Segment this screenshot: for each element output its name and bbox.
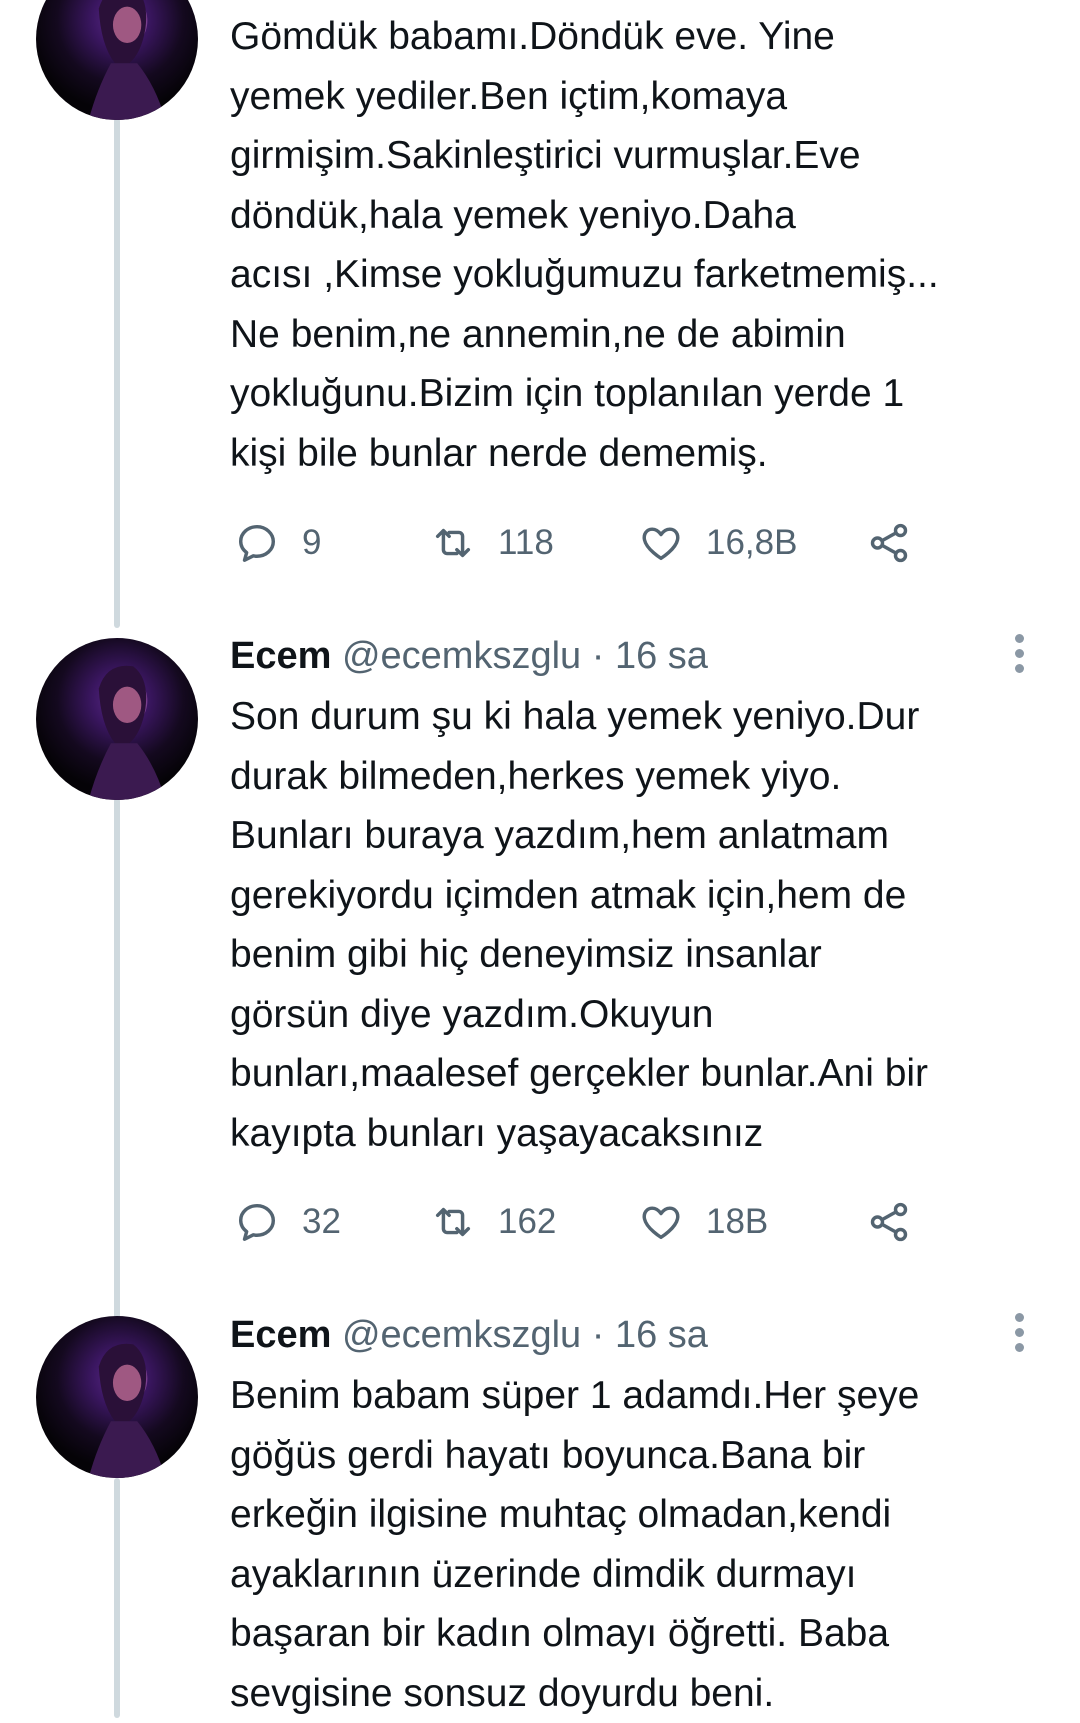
avatar-portrait-image [36, 1316, 198, 1478]
tweet-thread: Gömdük babamı.Döndük eve. Yine yemek yed… [0, 0, 1080, 1717]
thread-connector [114, 1478, 120, 1718]
tweet-text-line: Benim babam süper 1 adamdı.Her şeye [230, 1366, 1050, 1426]
user-handle[interactable]: @ecemkszglu [342, 635, 581, 677]
share-button[interactable] [866, 1196, 912, 1248]
tweet-text-line: kayıpta bunları yaşayacaksınız [230, 1104, 1050, 1164]
tweet-text-line: acısı ,Kimse yokluğumuzu farketmemiş... [230, 245, 1050, 305]
retweet-icon [430, 520, 476, 566]
tweet-text-line: bunları,maalesef gerçekler bunlar.Ani bi… [230, 1044, 1050, 1104]
tweet-text-line: girmişim.Sakinleştirici vurmuşlar.Eve [230, 126, 1050, 186]
tweet-text: Benim babam süper 1 adamdı.Her şeye göğü… [230, 1366, 1050, 1723]
tweet-text-line: sevgisine sonsuz doyurdu beni. [230, 1664, 1050, 1723]
avatar[interactable] [36, 0, 198, 120]
tweet-header: Ecem @ecemkszglu · 16 sa [230, 1311, 708, 1359]
share-icon [866, 1199, 912, 1245]
display-name[interactable]: Ecem [230, 1314, 331, 1356]
like-icon [638, 1199, 684, 1245]
tweet-header: Ecem @ecemkszglu · 16 sa [230, 632, 708, 680]
avatar-portrait-image [36, 0, 198, 120]
tweet-text-line: erkeğin ilgisine muhtaç olmadan,kendi [230, 1485, 1050, 1545]
share-button[interactable] [866, 517, 912, 569]
tweet-text-line: benim gibi hiç deneyimsiz insanlar [230, 925, 1050, 985]
thread-connector [114, 118, 120, 628]
user-handle[interactable]: @ecemkszglu [342, 1314, 581, 1356]
reply-icon [234, 1199, 280, 1245]
reply-count: 9 [302, 523, 321, 563]
tweet-text-line: başaran bir kadın olmayı öğretti. Baba [230, 1604, 1050, 1664]
tweet-text-line: döndük,hala yemek yeniyo.Daha [230, 186, 1050, 246]
display-name[interactable]: Ecem [230, 635, 331, 677]
tweet-text: Gömdük babamı.Döndük eve. Yine yemek yed… [230, 7, 1050, 483]
header-separator: · [592, 635, 605, 677]
avatar[interactable] [36, 638, 198, 800]
more-icon[interactable] [1010, 1313, 1028, 1357]
tweet-timestamp[interactable]: 16 sa [615, 1314, 708, 1356]
tweet-timestamp[interactable]: 16 sa [615, 635, 708, 677]
tweet-text-line: Gömdük babamı.Döndük eve. Yine [230, 7, 1050, 67]
tweet-text-line: göğüs gerdi hayatı boyunca.Bana bir [230, 1426, 1050, 1486]
tweet-text-line: Son durum şu ki hala yemek yeniyo.Dur [230, 687, 1050, 747]
tweet-actions: 9 118 16,8B [230, 517, 930, 569]
tweet-text-line: gerekiyordu içimden atmak için,hem de [230, 866, 1050, 926]
avatar[interactable] [36, 1316, 198, 1478]
thread-connector [114, 798, 120, 1322]
share-icon [866, 520, 912, 566]
avatar-portrait-image [36, 638, 198, 800]
tweet-text-line: yokluğunu.Bizim için toplanılan yerde 1 [230, 364, 1050, 424]
retweet-count: 162 [498, 1202, 556, 1242]
like-icon [638, 520, 684, 566]
tweet-text-line: ayaklarının üzerinde dimdik durmayı [230, 1545, 1050, 1605]
like-count: 16,8B [706, 523, 797, 563]
header-separator: · [592, 1314, 605, 1356]
tweet-actions: 32 162 18B [230, 1196, 930, 1248]
tweet-text-line: görsün diye yazdım.Okuyun [230, 985, 1050, 1045]
retweet-count: 118 [498, 523, 554, 563]
like-count: 18B [706, 1202, 768, 1242]
like-button[interactable]: 18B [638, 1196, 768, 1248]
tweet-text-line: yemek yediler.Ben içtim,komaya [230, 67, 1050, 127]
retweet-button[interactable]: 118 [430, 517, 554, 569]
reply-button[interactable]: 9 [234, 517, 321, 569]
reply-count: 32 [302, 1202, 341, 1242]
reply-icon [234, 520, 280, 566]
like-button[interactable]: 16,8B [638, 517, 797, 569]
retweet-button[interactable]: 162 [430, 1196, 556, 1248]
tweet-text-line: Ne benim,ne annemin,ne de abimin [230, 305, 1050, 365]
retweet-icon [430, 1199, 476, 1245]
tweet-text-line: durak bilmeden,herkes yemek yiyo. [230, 747, 1050, 807]
more-icon[interactable] [1010, 634, 1028, 678]
tweet-text-line: Bunları buraya yazdım,hem anlatmam [230, 806, 1050, 866]
tweet-text: Son durum şu ki hala yemek yeniyo.Dur du… [230, 687, 1050, 1163]
reply-button[interactable]: 32 [234, 1196, 341, 1248]
tweet-text-line: kişi bile bunlar nerde dememiş. [230, 424, 1050, 484]
